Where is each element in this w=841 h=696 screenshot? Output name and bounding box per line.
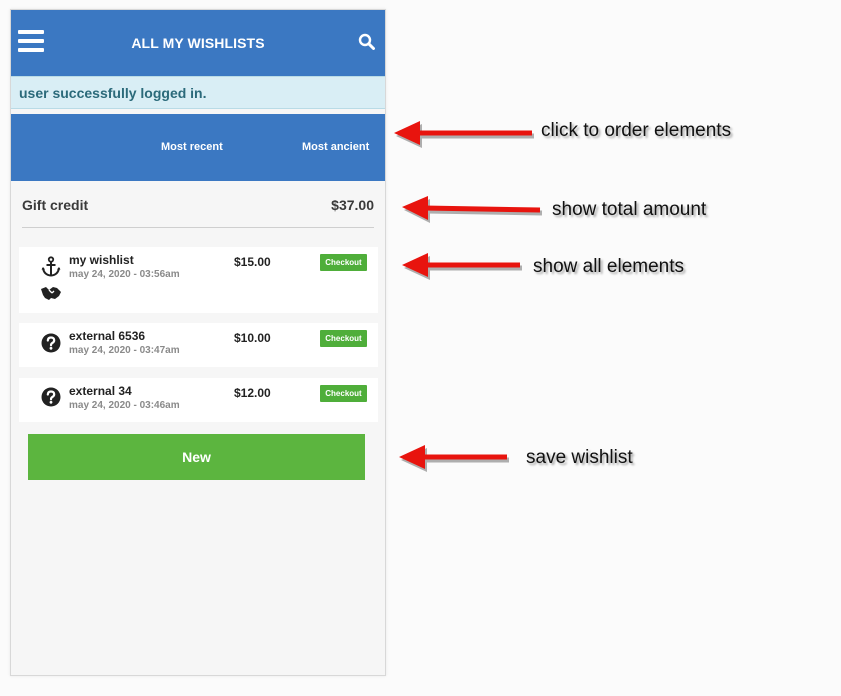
wishlist-card[interactable]: my wishlist may 24, 2020 - 03:56am $15.0… — [19, 247, 378, 313]
annotation-arrow-all — [402, 253, 522, 280]
wishlist-price: $15.00 — [234, 255, 271, 269]
sort-most-recent-button[interactable]: Most recent — [161, 141, 223, 153]
annotation-arrow-order — [394, 121, 534, 148]
question-circle-icon — [41, 333, 61, 353]
annotation-total-text: show total amount — [552, 199, 707, 220]
annotation-arrow-total — [402, 196, 543, 223]
sort-most-ancient-button[interactable]: Most ancient — [302, 141, 369, 153]
wishlist-name: external 34 — [69, 384, 132, 398]
wishlist-card[interactable]: external 34 may 24, 2020 - 03:46am $12.0… — [19, 378, 378, 422]
annotation-all-text: show all elements — [533, 256, 685, 277]
wishlist-date: may 24, 2020 - 03:56am — [69, 269, 180, 280]
annotation-save-text: save wishlist — [526, 447, 633, 468]
checkout-button[interactable]: Checkout — [320, 254, 367, 271]
annotation-order-text: click to order elements — [541, 120, 732, 141]
wishlist-name: external 6536 — [69, 329, 146, 343]
new-wishlist-button[interactable]: New — [28, 434, 365, 480]
wishlist-card[interactable]: external 6536 may 24, 2020 - 03:47am $10… — [19, 323, 378, 367]
gift-credit-amount: $37.00 — [331, 197, 374, 213]
checkout-button[interactable]: Checkout — [320, 330, 367, 347]
gift-credit-label: Gift credit — [22, 197, 89, 213]
checkout-button[interactable]: Checkout — [320, 385, 367, 402]
wishlist-price: $12.00 — [234, 386, 271, 400]
wishlist-date: may 24, 2020 - 03:47am — [69, 345, 180, 356]
wishlist-date: may 24, 2020 - 03:46am — [69, 400, 180, 411]
success-alert: user successfully logged in. — [11, 76, 385, 109]
sort-bar: Most recent Most ancient — [11, 114, 385, 181]
top-app-bar: ALL MY WISHLISTS — [11, 10, 385, 76]
page-title: ALL MY WISHLISTS — [131, 35, 265, 51]
wishlist-name: my wishlist — [69, 253, 134, 267]
question-circle-icon — [41, 387, 61, 407]
wishlist-price: $10.00 — [234, 331, 271, 345]
anchor-icon — [41, 256, 61, 277]
handshake-icon — [41, 287, 61, 300]
mobile-app-frame: ALL MY WISHLISTS user successfully logge… — [10, 9, 386, 676]
annotation-arrow-save — [399, 445, 509, 472]
gift-credit-row: Gift credit $37.00 — [22, 193, 374, 228]
search-icon[interactable] — [358, 33, 375, 50]
alert-message: user successfully logged in. — [19, 85, 207, 101]
